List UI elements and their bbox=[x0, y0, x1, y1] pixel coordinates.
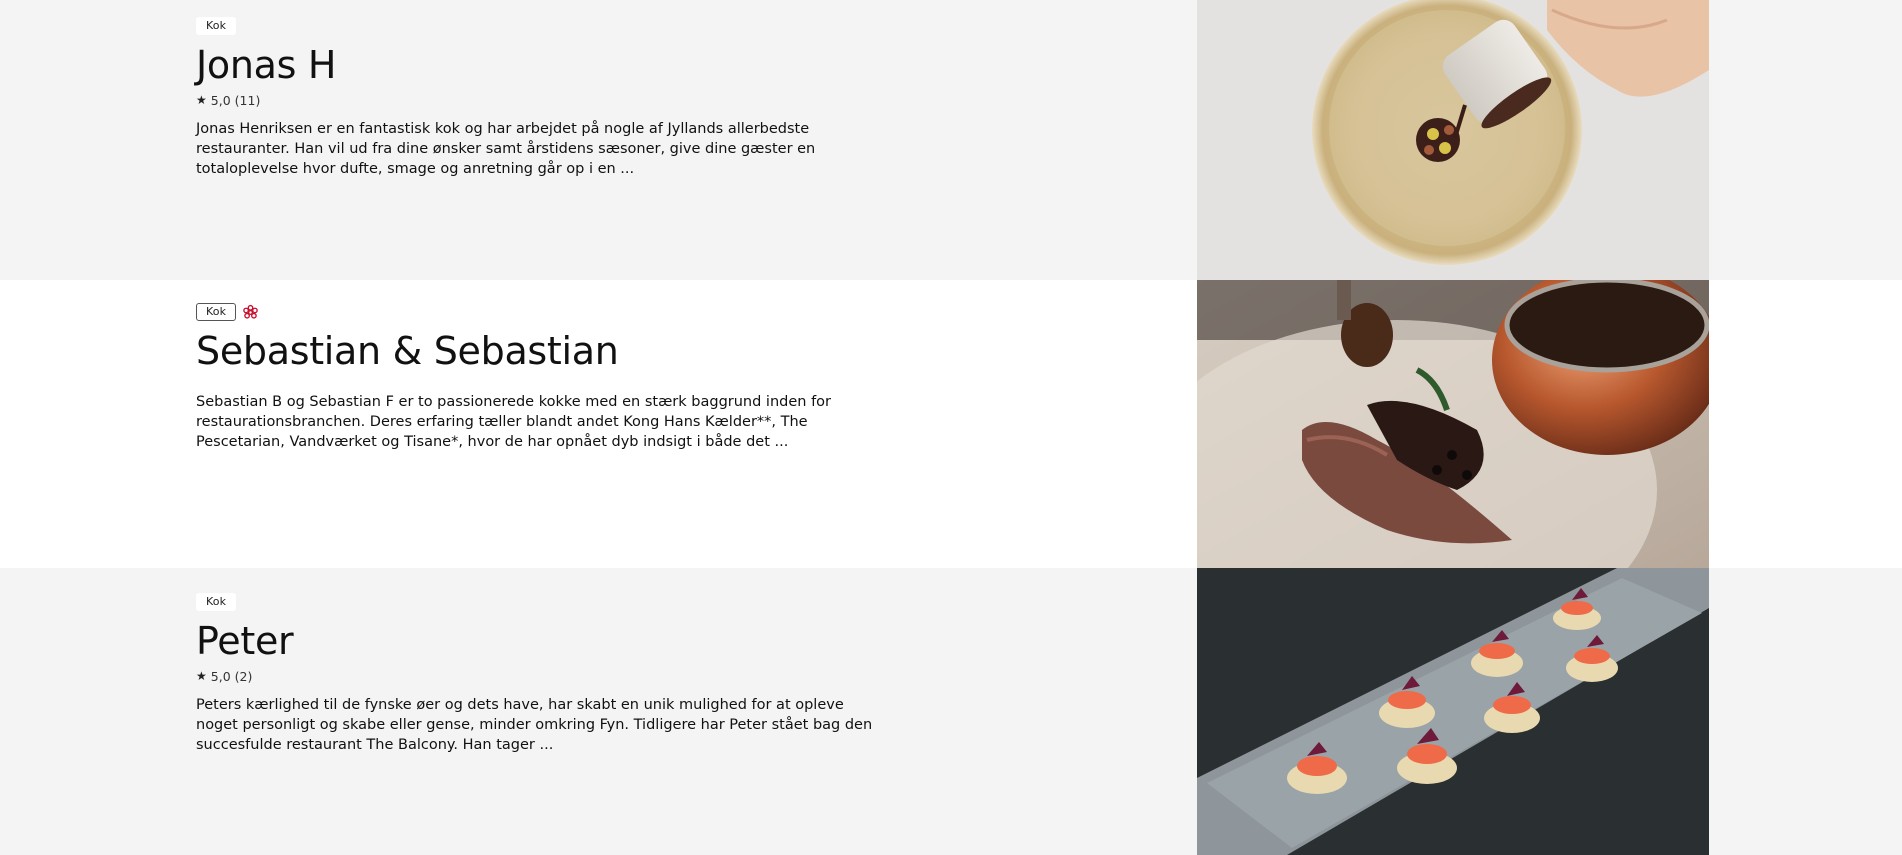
salmon-canapes-platter-photo bbox=[1197, 568, 1709, 855]
role-badge: Kok bbox=[196, 303, 237, 321]
chef-name[interactable]: Peter bbox=[196, 618, 876, 664]
dish-with-sauce-pour-photo bbox=[1197, 0, 1709, 280]
chef-description: Peters kærlighed til de fynske øer og de… bbox=[196, 697, 873, 753]
rating-value: 5,0 bbox=[210, 668, 231, 684]
role-badge: Kok bbox=[196, 17, 237, 35]
chef-photo[interactable] bbox=[1197, 0, 1709, 280]
rating-value: 5,0 bbox=[210, 92, 231, 108]
review-count: (2) bbox=[234, 668, 253, 684]
review-count: (11) bbox=[234, 92, 261, 108]
chef-card-content: Kok Sebastian & Sebastian Sebastian B og… bbox=[196, 302, 876, 452]
michelin-star-icon bbox=[242, 304, 259, 321]
duck-breast-with-copper-pot-photo bbox=[1197, 280, 1709, 568]
chef-card-content: Kok Jonas H ★ 5,0 (11) Jonas Henriksen e… bbox=[196, 16, 876, 179]
chef-name[interactable]: Jonas H bbox=[196, 42, 876, 88]
chef-name[interactable]: Sebastian & Sebastian bbox=[196, 328, 876, 374]
star-icon: ★ bbox=[196, 93, 207, 107]
chef-photo[interactable] bbox=[1197, 280, 1709, 568]
star-icon: ★ bbox=[196, 669, 207, 683]
rating: ★ 5,0 (2) bbox=[196, 667, 876, 685]
chef-description: Jonas Henriksen er en fantastisk kok og … bbox=[196, 121, 816, 177]
chef-card-jonas[interactable]: Kok Jonas H ★ 5,0 (11) Jonas Henriksen e… bbox=[0, 0, 1902, 280]
chef-description: Sebastian B og Sebastian F er to passion… bbox=[196, 394, 832, 450]
rating: ★ 5,0 (11) bbox=[196, 91, 876, 109]
badge-row: Kok bbox=[196, 302, 876, 322]
badge-row: Kok bbox=[196, 592, 876, 612]
chef-photo[interactable] bbox=[1197, 568, 1709, 855]
badge-row: Kok bbox=[196, 16, 876, 36]
chef-card-content: Kok Peter ★ 5,0 (2) Peters kærlighed til… bbox=[196, 592, 876, 755]
chef-card-sebastian[interactable]: Kok Sebastian & Sebastian Sebastian B og… bbox=[0, 280, 1902, 568]
role-badge: Kok bbox=[196, 593, 237, 611]
chef-card-peter[interactable]: Kok Peter ★ 5,0 (2) Peters kærlighed til… bbox=[0, 568, 1902, 855]
